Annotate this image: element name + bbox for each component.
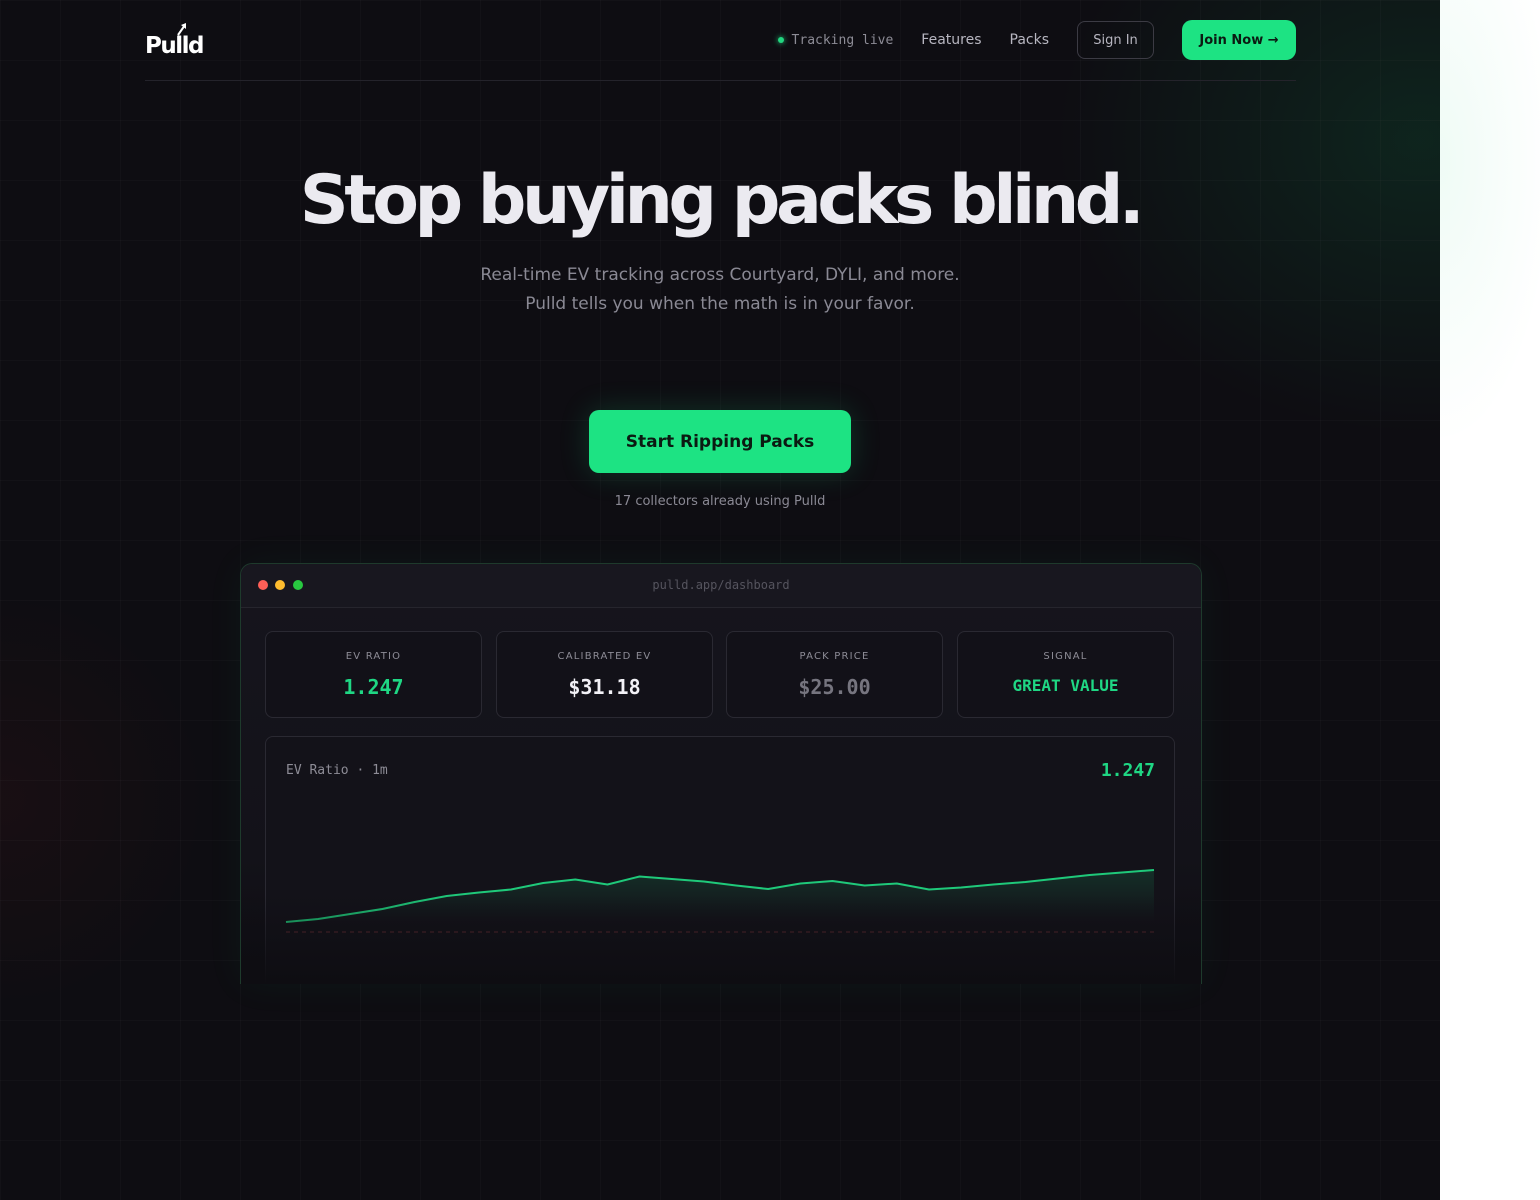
page-background: Pulld Tracking live Features Packs Sign …	[0, 0, 1440, 1200]
nav-actions: Tracking live Features Packs Sign In Joi…	[777, 20, 1296, 60]
url-text: pulld.app/dashboard	[652, 578, 790, 592]
live-dot-icon	[777, 37, 784, 43]
hero-subtitle-line-1: Real-time EV tracking across Courtyard, …	[480, 265, 960, 285]
logo-text: Pulld	[145, 33, 204, 59]
dashboard-preview: pulld.app/dashboard EV RATIO 1.247 CALIB…	[240, 563, 1202, 984]
stat-card-signal: SIGNAL GREAT VALUE	[957, 631, 1174, 718]
stat-value: 1.247	[343, 675, 404, 699]
hero-subtitle-line-2: Pulld tells you when the math is in your…	[525, 294, 915, 314]
ev-area-fill	[286, 870, 1154, 922]
side-glow	[1440, 0, 1540, 1200]
stat-card-ev-ratio: EV RATIO 1.247	[265, 631, 482, 718]
logo[interactable]: Pulld	[145, 22, 204, 59]
stat-card-calibrated-ev: CALIBRATED EV $31.18	[496, 631, 713, 718]
nav-link-packs[interactable]: Packs	[1010, 32, 1050, 48]
tracking-status-label: Tracking live	[791, 32, 894, 48]
tracking-status: Tracking live	[777, 32, 894, 48]
stat-label: PACK PRICE	[799, 651, 870, 662]
stat-label: SIGNAL	[1043, 651, 1088, 662]
nav-link-features[interactable]: Features	[921, 32, 981, 48]
arrow-up-icon	[177, 23, 186, 36]
stat-value: $31.18	[568, 675, 641, 699]
stat-card-pack-price: PACK PRICE $25.00	[726, 631, 943, 718]
stat-label: CALIBRATED EV	[557, 651, 652, 662]
top-nav: Pulld Tracking live Features Packs Sign …	[145, 0, 1296, 81]
ev-ratio-chart: EV Ratio · 1m 1.247	[265, 736, 1175, 984]
window-titlebar: pulld.app/dashboard	[241, 564, 1201, 608]
sign-in-button[interactable]: Sign In	[1077, 21, 1154, 59]
hero-title: Stop buying packs blind.	[299, 161, 1145, 240]
join-now-button[interactable]: Join Now →	[1182, 20, 1296, 60]
start-ripping-packs-button[interactable]: Start Ripping Packs	[589, 410, 851, 473]
social-proof-text: 17 collectors already using Pulld	[614, 494, 826, 509]
stat-label: EV RATIO	[345, 651, 402, 662]
stat-value: $25.00	[798, 675, 871, 699]
chart-plot	[285, 869, 1155, 933]
signal-badge: GREAT VALUE	[1012, 676, 1119, 695]
